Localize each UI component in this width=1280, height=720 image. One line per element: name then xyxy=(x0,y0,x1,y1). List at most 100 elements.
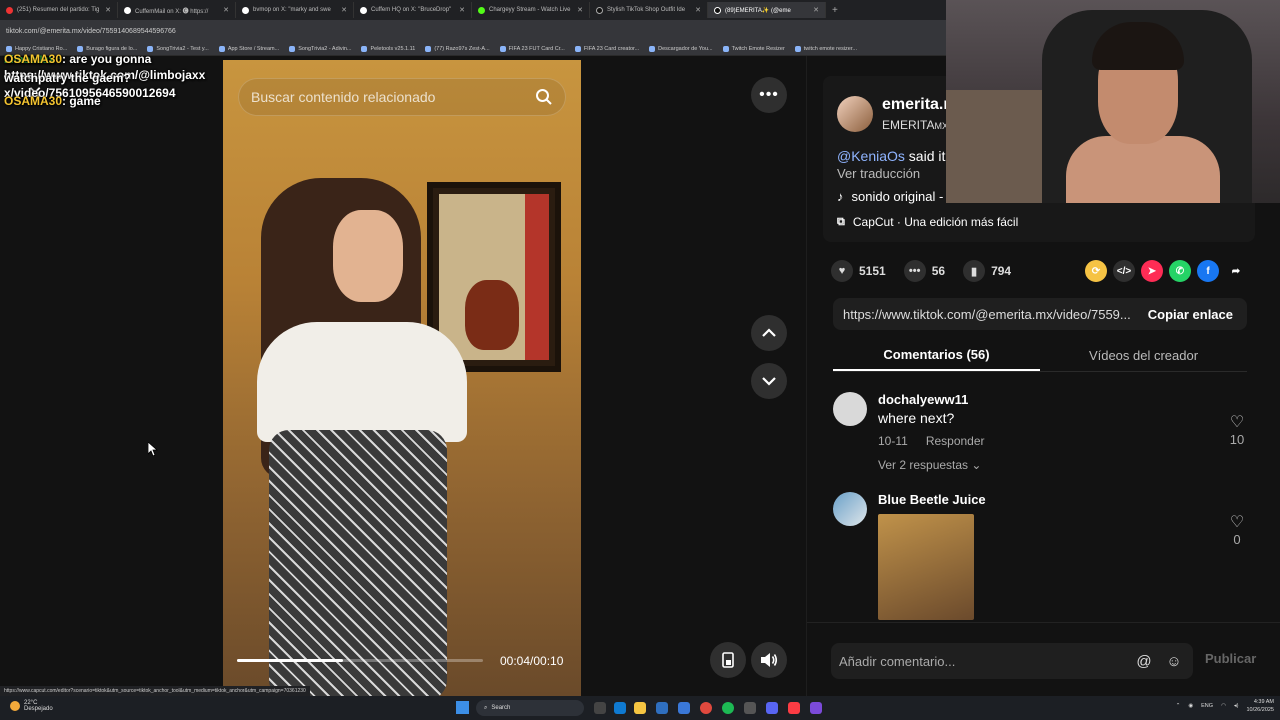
repost-icon[interactable]: ⟳ xyxy=(1085,260,1107,282)
comment-username[interactable]: dochalyeww11 xyxy=(878,392,968,407)
facebook-icon[interactable]: f xyxy=(1197,260,1219,282)
add-comment-input[interactable]: Añadir comentario... @ ☺ xyxy=(831,643,1193,679)
save-button[interactable]: ▮ 794 xyxy=(963,260,1011,282)
bookmark[interactable]: Happy Cristiano Ro... xyxy=(6,45,67,52)
video-progress-bar[interactable] xyxy=(237,659,483,662)
wifi-icon[interactable]: ◠ xyxy=(1221,703,1226,709)
discord-icon[interactable] xyxy=(766,702,778,714)
spotify-icon[interactable] xyxy=(722,702,734,714)
author-avatar[interactable] xyxy=(837,96,873,132)
mention-at-icon[interactable]: @ xyxy=(1133,653,1155,670)
close-tab-icon[interactable]: ✕ xyxy=(459,6,465,14)
new-tab-icon[interactable]: + xyxy=(826,5,844,16)
volume-button[interactable] xyxy=(751,642,787,678)
browser-tab[interactable]: Chargeyy Stream - Watch Live ✕ xyxy=(472,2,590,18)
close-tab-icon[interactable]: ✕ xyxy=(223,6,229,14)
bookmark[interactable]: twitch emote resizer... xyxy=(794,45,857,52)
windows-taskbar: 22°C Despejado ⌕ Search ⌃ ◉ ENG ◠ ◂) 4:39 … xyxy=(0,696,1280,720)
more-options-button[interactable]: ••• xyxy=(751,77,787,113)
close-tab-icon[interactable]: ✕ xyxy=(813,6,819,14)
comment-date: 10-11 xyxy=(878,434,908,448)
video-link-text: https://www.tiktok.com/@emerita.mx/video… xyxy=(843,306,1131,322)
comment-placeholder: Añadir comentario... xyxy=(839,653,956,669)
edge-icon[interactable] xyxy=(614,702,626,714)
close-tab-icon[interactable]: ✕ xyxy=(341,6,347,14)
comment-like-button[interactable]: ♡ 0 xyxy=(1227,512,1247,547)
tray-chevron-icon[interactable]: ⌃ xyxy=(1176,703,1181,709)
tab-comments[interactable]: Comentarios (56) xyxy=(833,340,1040,371)
bookmark[interactable]: Peletools v25.1.11 xyxy=(361,45,415,52)
close-tab-icon[interactable]: ✕ xyxy=(695,6,701,14)
mail-icon[interactable] xyxy=(678,702,690,714)
chrome-icon[interactable] xyxy=(700,702,712,714)
comment-like-button[interactable]: ♡ 10 xyxy=(1227,412,1247,447)
picture-in-picture-button[interactable] xyxy=(710,642,746,678)
caption-mention-link[interactable]: @KeniaOs xyxy=(837,148,905,164)
bookmark[interactable]: Descargador de You... xyxy=(649,45,713,52)
embed-code-icon[interactable]: </> xyxy=(1113,260,1135,282)
bookmark[interactable]: (77) Razo97s Zest-A... xyxy=(425,45,490,52)
capcut-anchor-link[interactable]: ⧉ CapCut · Una edición más fácil xyxy=(837,215,1018,229)
related-search-input[interactable]: Buscar contenido relacionado xyxy=(238,78,566,116)
bookmark-label: App Store / Stream... xyxy=(227,45,280,52)
next-video-button[interactable] xyxy=(751,363,787,399)
send-to-friends-icon[interactable]: ➤ xyxy=(1141,260,1163,282)
video-subject-top xyxy=(257,322,467,442)
copy-link-button[interactable]: Copiar enlace xyxy=(1134,307,1247,322)
video-player[interactable] xyxy=(223,60,581,696)
bookmark[interactable]: Burago figura de lo... xyxy=(77,45,137,52)
bookmark-icon xyxy=(6,45,12,52)
bookmark-label: SongTrivia2 - Test y... xyxy=(156,45,209,52)
bookmark-icon xyxy=(289,45,296,52)
emoji-icon[interactable]: ☺ xyxy=(1163,653,1185,670)
browser-tab[interactable]: (251) Resumen del partido: Tig ✕ xyxy=(0,2,118,18)
comment-image[interactable] xyxy=(878,514,974,620)
clock[interactable]: 4:39 AM 10/26/2025 xyxy=(1246,698,1274,714)
browser-tab[interactable]: CuffemMail on X: 🅒 https:// ✕ xyxy=(118,2,236,18)
avatar[interactable] xyxy=(833,492,867,526)
sound-link[interactable]: ♪ sonido original - xyxy=(837,189,943,204)
like-button[interactable]: ♥ 5151 xyxy=(831,260,886,282)
publish-button[interactable]: Publicar xyxy=(1205,651,1256,666)
weather-widget[interactable]: 22°C Despejado xyxy=(10,700,53,712)
whatsapp-icon[interactable]: ✆ xyxy=(1169,260,1191,282)
bookmark[interactable]: Twitch Emote Resizer xyxy=(722,45,785,52)
file-explorer-icon[interactable] xyxy=(634,702,646,714)
reply-button[interactable]: Responder xyxy=(926,434,985,448)
bookmark[interactable]: App Store / Stream... xyxy=(218,45,280,52)
browser-tab[interactable]: Cuffem HQ on X: "BruceDrop" ✕ xyxy=(354,2,472,18)
browser-tab[interactable]: Stylish TikTok Shop Outfit Ide ✕ xyxy=(590,2,708,18)
search-icon[interactable] xyxy=(535,88,553,106)
bookmark-icon xyxy=(218,45,225,52)
bookmark[interactable]: FIFA 23 FUT Card Cr... xyxy=(499,45,565,52)
comment-text: where next? xyxy=(878,410,955,426)
handle-text: EMERITA xyxy=(882,118,935,132)
browser-tab[interactable]: bvmop on X: "marky and swe ✕ xyxy=(236,2,354,18)
close-tab-icon[interactable]: ✕ xyxy=(105,6,111,14)
bookmark[interactable]: SongTrivia2 - Adivin... xyxy=(289,45,351,52)
language-indicator[interactable]: ENG xyxy=(1201,703,1213,709)
bookmark-icon xyxy=(794,45,801,52)
see-translation-link[interactable]: Ver traducción xyxy=(837,166,920,181)
comments-button[interactable]: ••• 56 xyxy=(903,260,945,282)
previous-video-button[interactable] xyxy=(751,315,787,351)
speaker-icon[interactable]: ◂) xyxy=(1234,703,1239,709)
app-icon[interactable] xyxy=(810,702,822,714)
bookmark[interactable]: SongTrivia2 - Test y... xyxy=(147,45,209,52)
browser-tab-active[interactable]: (89)EMERITA✨ (@eme ✕ xyxy=(708,2,826,18)
share-arrow-icon[interactable]: ➦ xyxy=(1225,260,1247,282)
comment-username[interactable]: Blue Beetle Juice xyxy=(878,492,986,507)
tray-app-icon[interactable]: ◉ xyxy=(1188,703,1193,709)
task-view-icon[interactable] xyxy=(594,702,606,714)
tab-creator-videos[interactable]: Vídeos del creador xyxy=(1040,340,1247,371)
bookmark[interactable]: FIFA 23 Card creator... xyxy=(574,45,639,52)
view-replies-button[interactable]: Ver 2 respuestas ⌄ xyxy=(878,458,981,472)
taskbar-search[interactable]: ⌕ Search xyxy=(476,700,584,716)
caption-text: said it xyxy=(904,148,946,164)
close-tab-icon[interactable]: ✕ xyxy=(577,6,583,14)
app-icon[interactable] xyxy=(744,702,756,714)
music-app-icon[interactable] xyxy=(788,702,800,714)
windows-start-icon[interactable] xyxy=(456,701,469,714)
store-icon[interactable] xyxy=(656,702,668,714)
avatar[interactable] xyxy=(833,392,867,426)
